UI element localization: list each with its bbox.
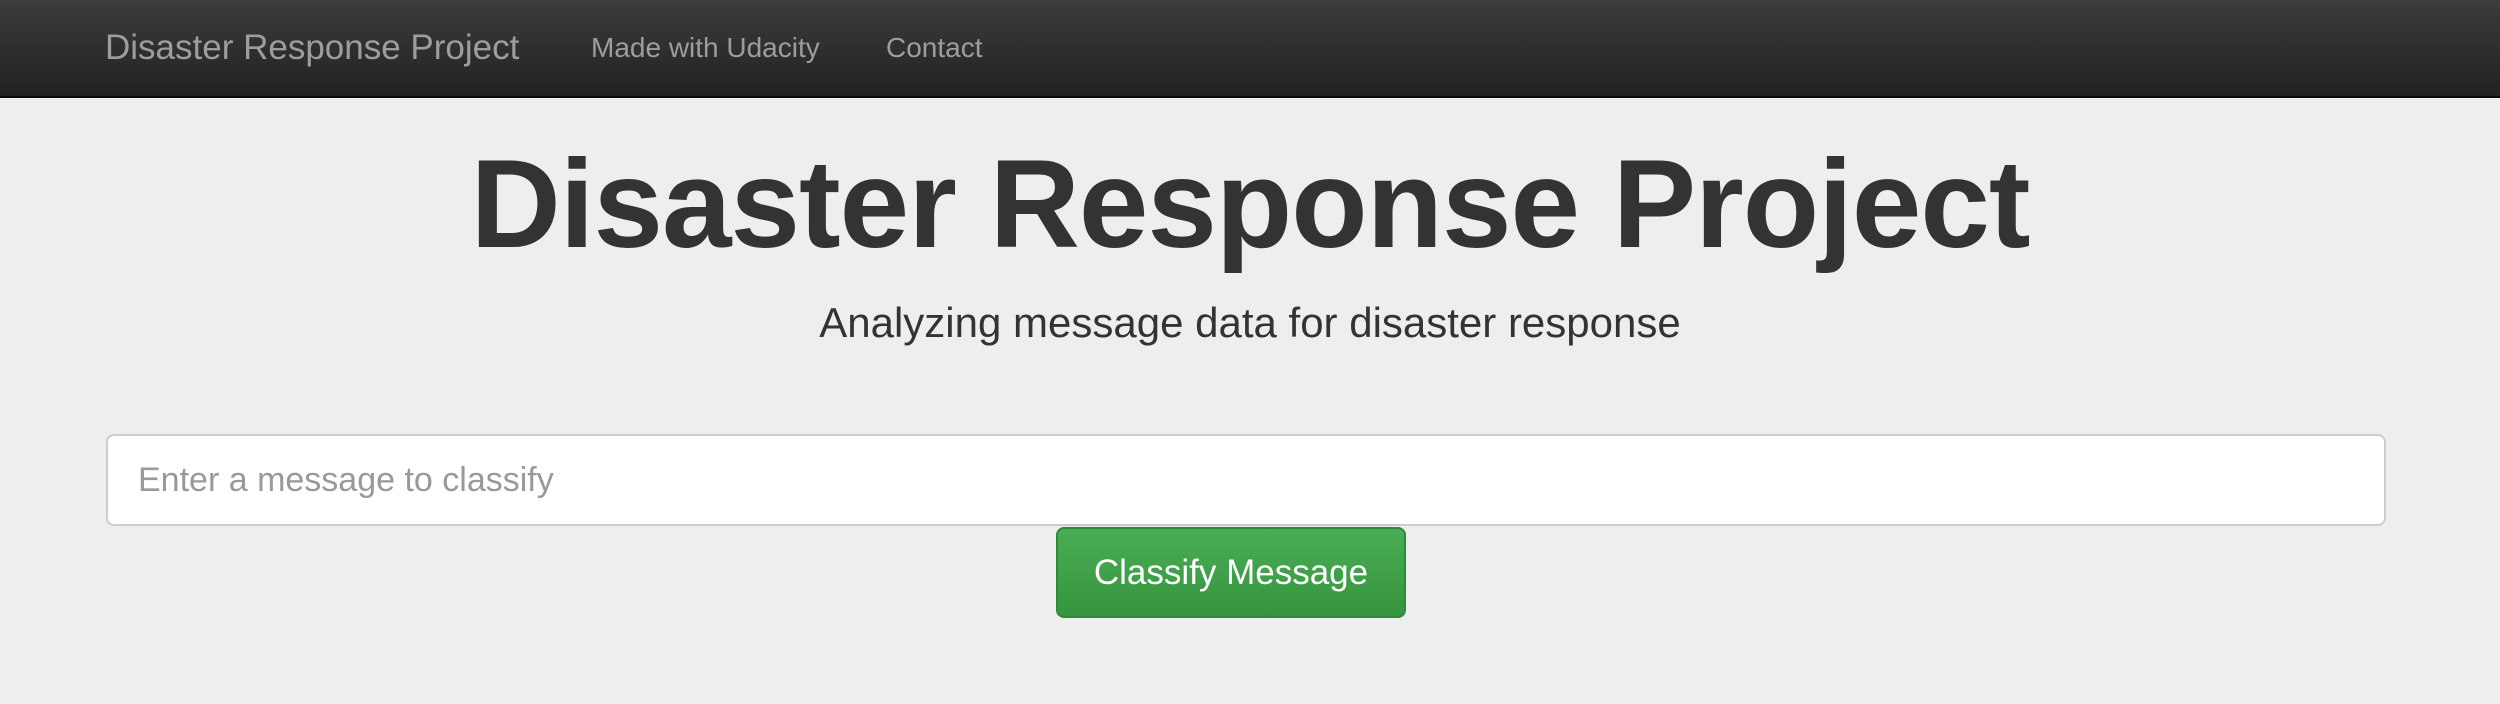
page-title: Disaster Response Project [470, 135, 2031, 274]
classify-message-button[interactable]: Classify Message [1056, 527, 1406, 618]
navbar-brand-link[interactable]: Disaster Response Project [105, 27, 519, 69]
nav-link-made-with-udacity[interactable]: Made with Udacity [591, 31, 820, 65]
nav-link-contact[interactable]: Contact [886, 31, 983, 65]
navbar: Disaster Response Project Made with Udac… [0, 0, 2500, 98]
page-subtitle: Analyzing message data for disaster resp… [819, 299, 1681, 346]
message-input[interactable] [106, 434, 2386, 526]
